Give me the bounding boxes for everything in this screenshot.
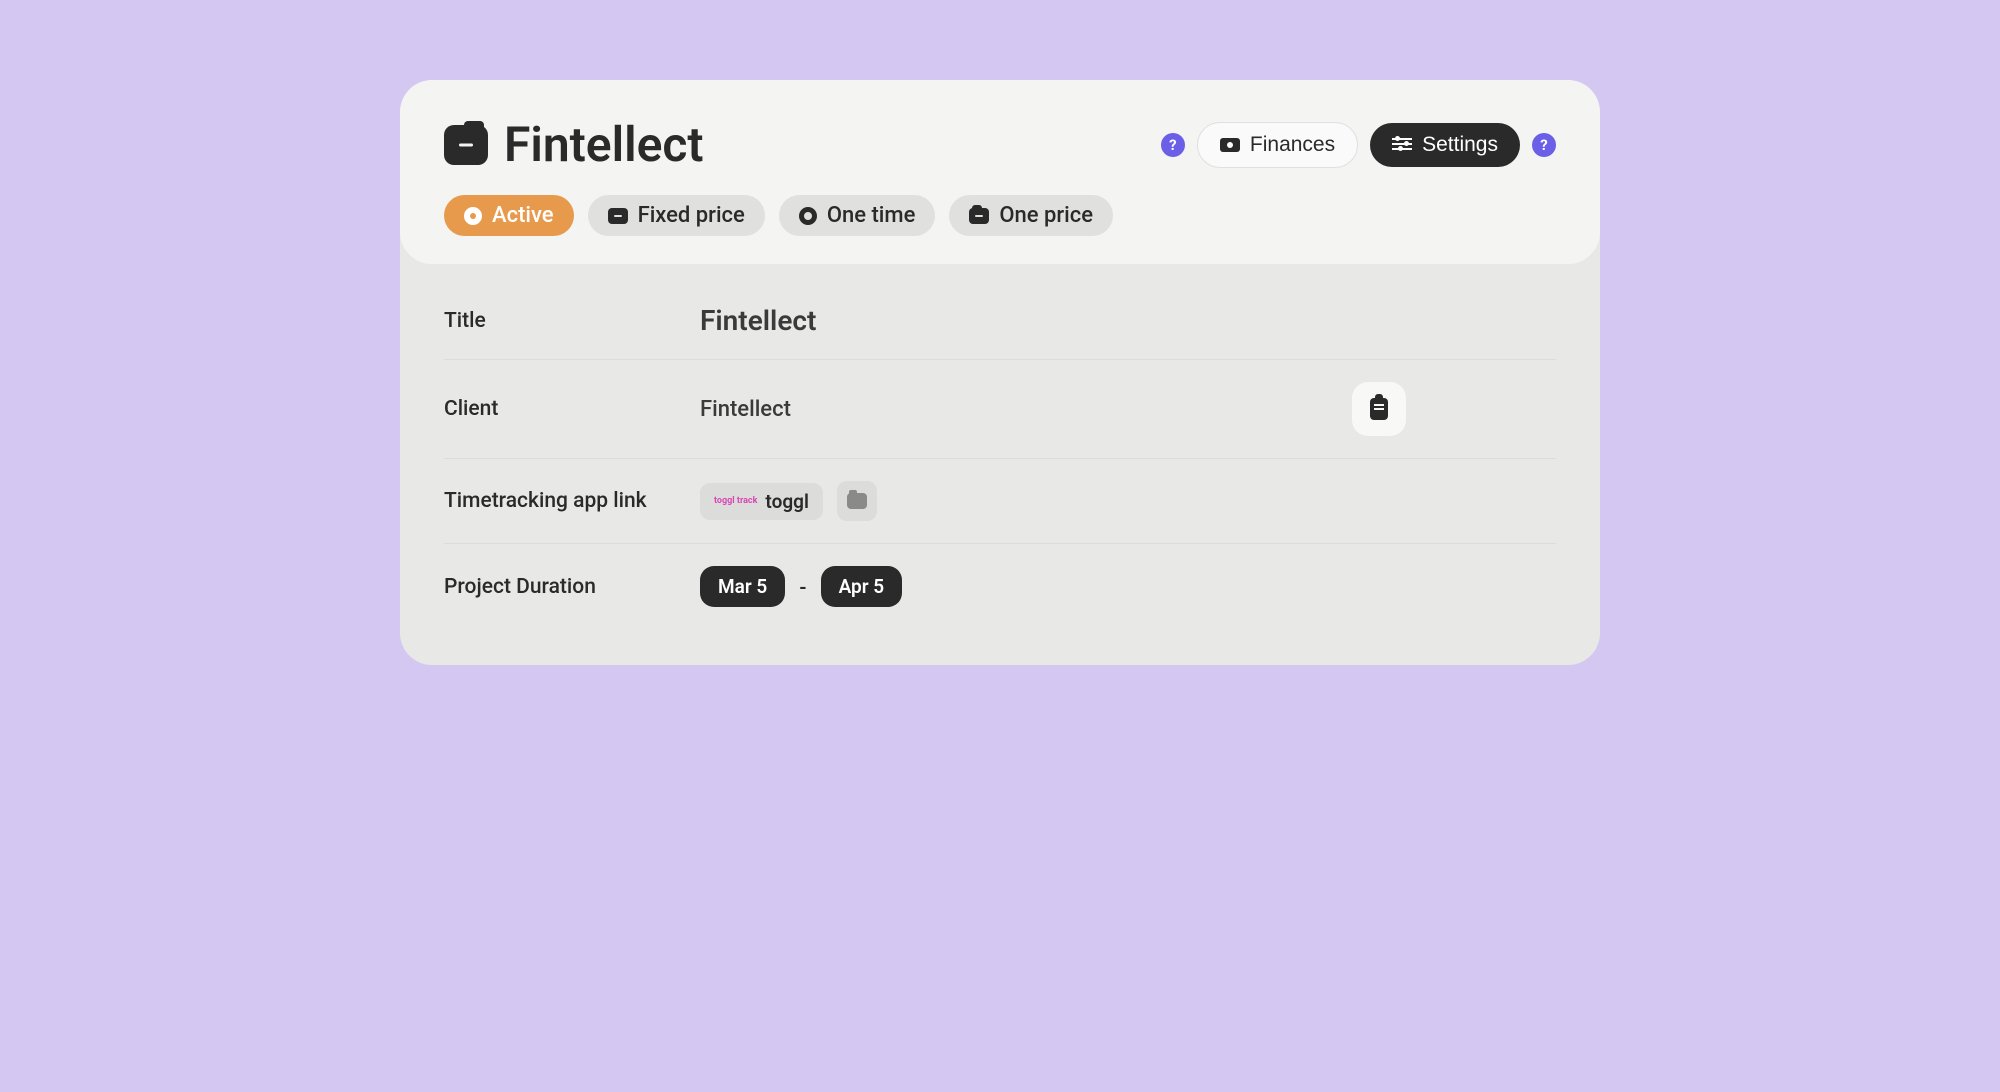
help-icon[interactable]: ? — [1532, 133, 1556, 157]
timetracking-chip[interactable]: toggl track toggl — [700, 483, 823, 520]
client-value: Fintellect — [700, 397, 791, 422]
field-title: Title Fintellect — [444, 282, 1556, 360]
field-label: Title — [444, 309, 700, 333]
tag-label: One time — [827, 203, 916, 228]
body-section: Title Fintellect Client Fintellect Timet… — [400, 264, 1600, 665]
duration-end[interactable]: Apr 5 — [821, 566, 903, 607]
client-details-button[interactable] — [1352, 382, 1406, 436]
header-actions: ? Finances Settings ? — [1161, 122, 1556, 168]
settings-button[interactable]: Settings — [1370, 123, 1520, 167]
tag-one-price[interactable]: One price — [949, 195, 1113, 236]
field-label: Timetracking app link — [444, 489, 700, 513]
circle-icon — [799, 207, 817, 225]
folder-icon — [444, 125, 488, 165]
header-top-row: Fintellect ? Finances Settings ? — [444, 116, 1556, 173]
title-area: Fintellect — [444, 116, 704, 173]
field-label: Project Duration — [444, 575, 700, 599]
settings-label: Settings — [1422, 133, 1498, 157]
tag-active[interactable]: Active — [444, 195, 574, 236]
field-timetracking: Timetracking app link toggl track toggl — [444, 459, 1556, 544]
tag-one-time[interactable]: One time — [779, 195, 936, 236]
tag-label: Active — [492, 203, 554, 228]
field-client: Client Fintellect — [444, 360, 1556, 459]
field-value: toggl track toggl — [700, 481, 1556, 521]
field-duration: Project Duration Mar 5 - Apr 5 — [444, 544, 1556, 629]
header-section: Fintellect ? Finances Settings ? Active — [400, 80, 1600, 264]
duration-start[interactable]: Mar 5 — [700, 566, 785, 607]
finances-label: Finances — [1250, 133, 1335, 157]
help-icon[interactable]: ? — [1161, 133, 1185, 157]
folder-icon — [608, 208, 628, 224]
tags-row: Active Fixed price One time One price — [444, 195, 1556, 236]
field-value: Fintellect — [700, 382, 1556, 436]
field-label: Client — [444, 397, 700, 421]
timetracking-app-name: toggl — [765, 490, 808, 513]
tag-label: One price — [999, 203, 1093, 228]
wallet-icon — [969, 208, 989, 224]
tag-label: Fixed price — [638, 203, 745, 228]
page-title: Fintellect — [504, 116, 704, 173]
folder-icon — [847, 493, 867, 509]
field-value: Fintellect — [700, 304, 1556, 337]
toggl-badge-icon: toggl track — [714, 497, 757, 506]
timetracking-folder-button[interactable] — [837, 481, 877, 521]
title-value: Fintellect — [700, 304, 816, 337]
dot-icon — [464, 207, 482, 225]
settings-icon — [1392, 136, 1412, 154]
field-value: Mar 5 - Apr 5 — [700, 566, 1556, 607]
finances-button[interactable]: Finances — [1197, 122, 1358, 168]
project-card: Fintellect ? Finances Settings ? Active — [400, 80, 1600, 665]
money-icon — [1220, 138, 1240, 152]
tag-fixed-price[interactable]: Fixed price — [588, 195, 765, 236]
duration-separator: - — [799, 575, 806, 599]
clipboard-icon — [1370, 398, 1388, 420]
